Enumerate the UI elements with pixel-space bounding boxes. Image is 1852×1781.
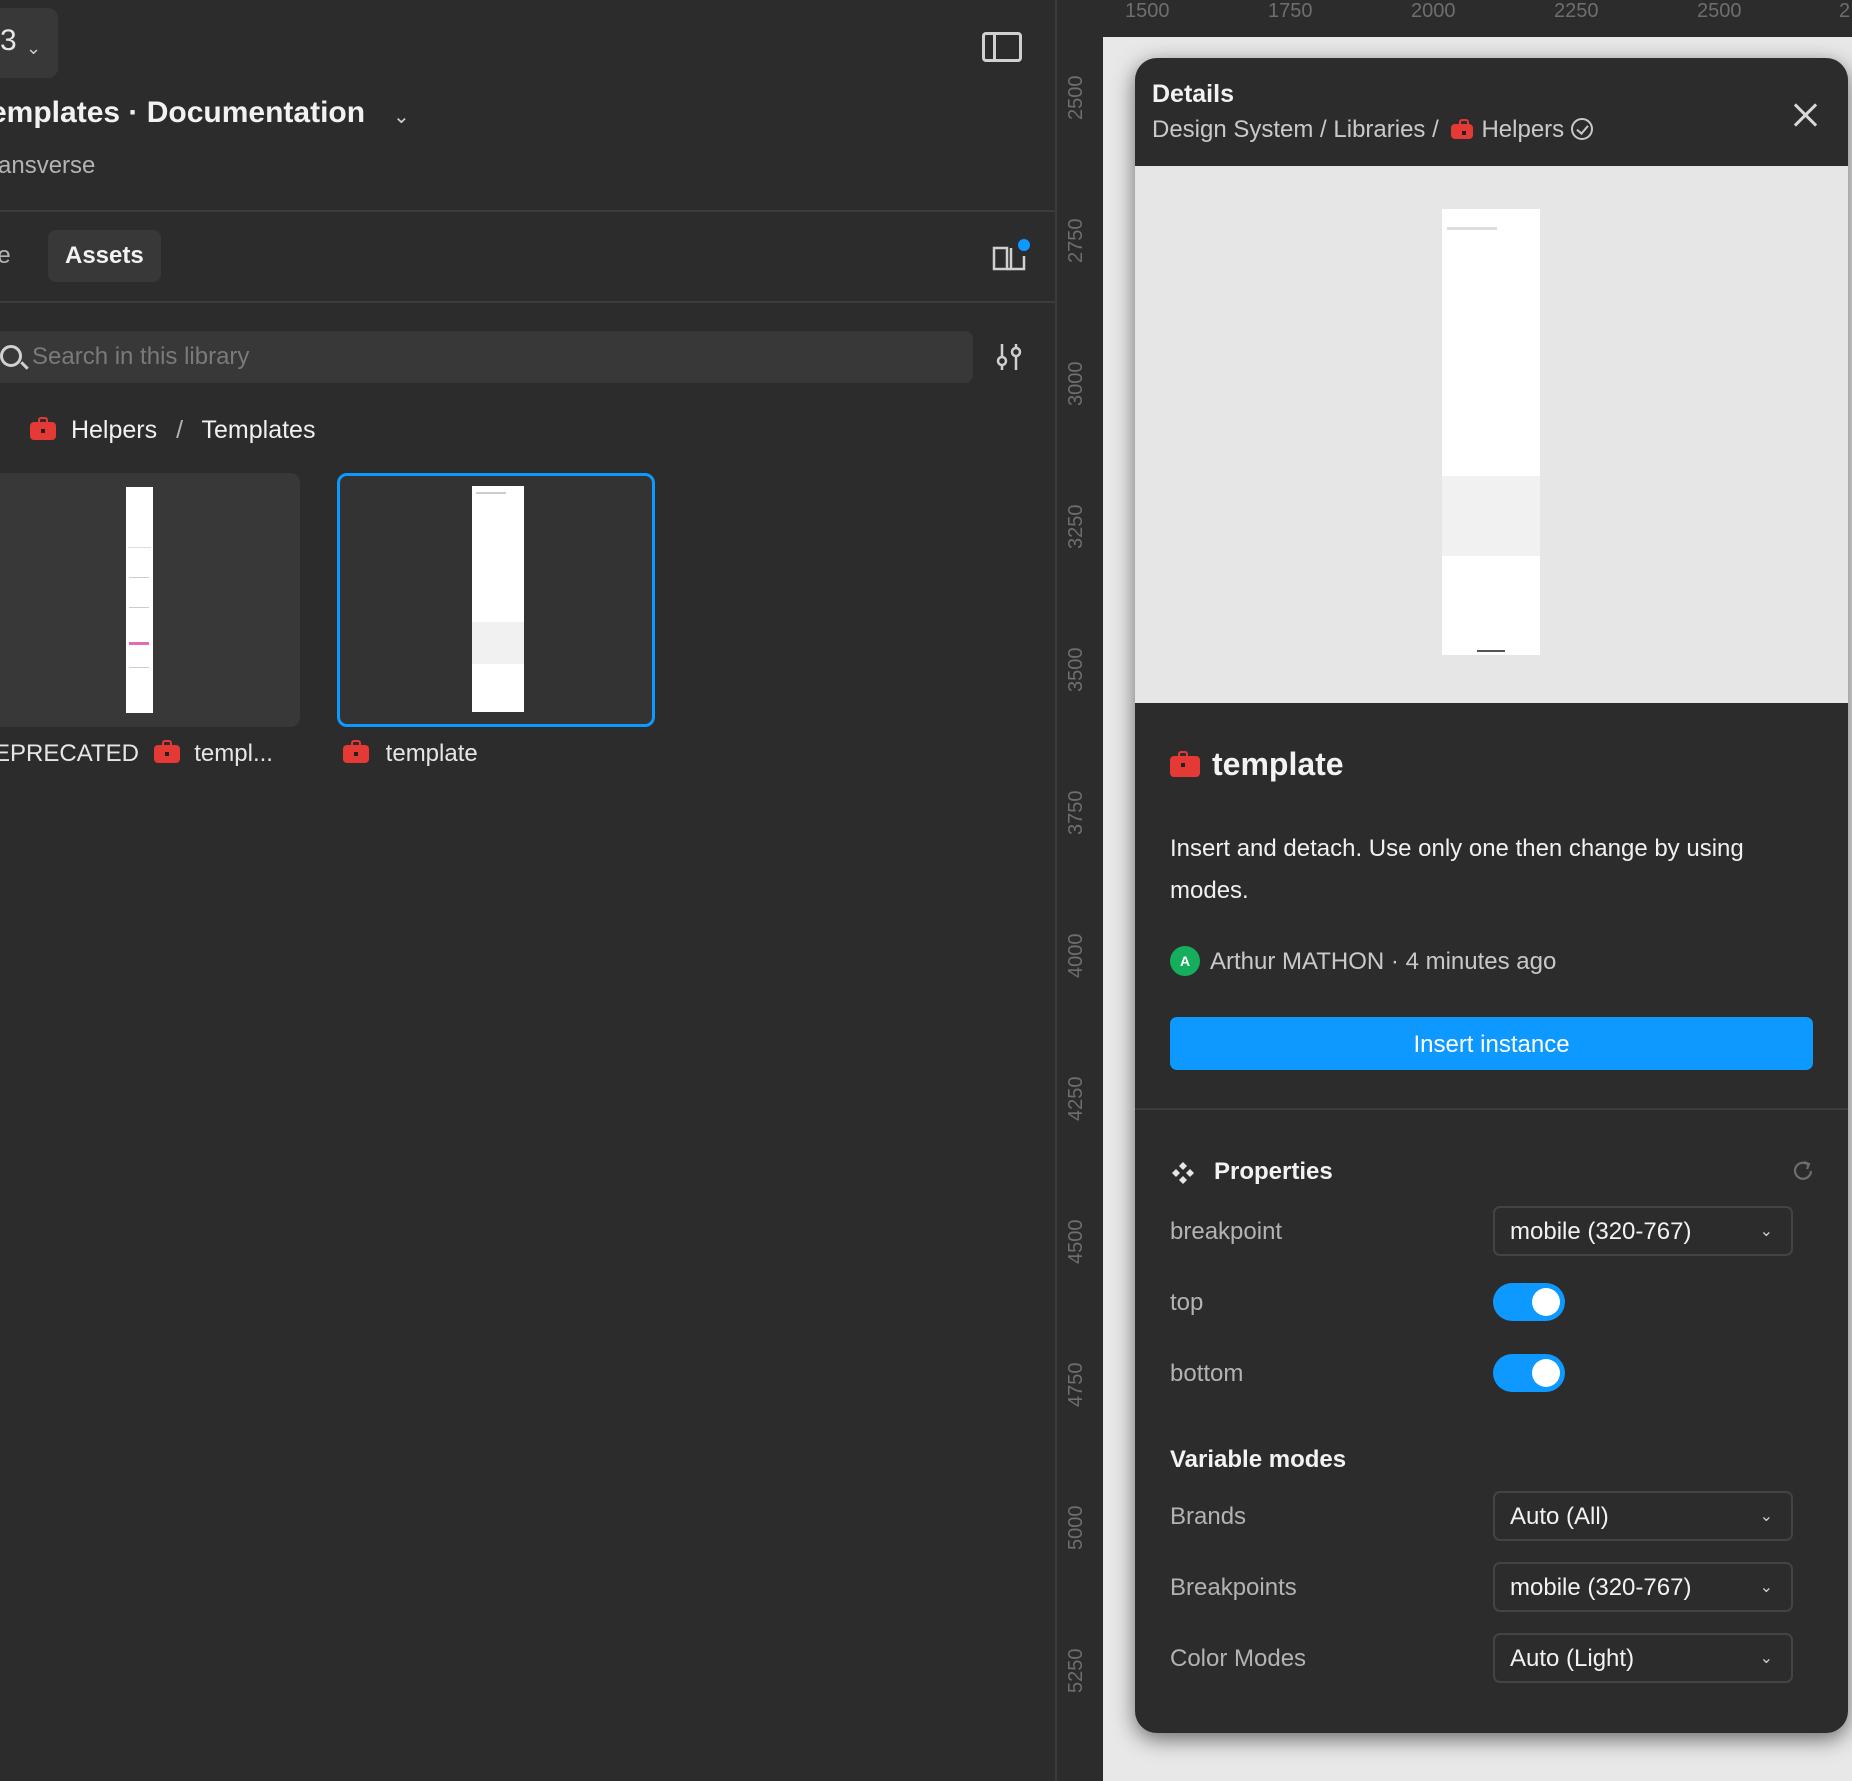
details-title: Details: [1152, 80, 1234, 108]
chevron-down-icon: ⌄: [26, 38, 42, 58]
author-line: Arthur MATHON · 4 minutes ago: [1210, 948, 1556, 976]
component-preview: [1135, 166, 1848, 703]
notification-dot: [1018, 239, 1030, 251]
breadcrumb-separator: /: [176, 416, 184, 444]
team-name: ransverse: [0, 152, 96, 179]
library-name[interactable]: Helpers: [1481, 116, 1564, 143]
toolbox-icon: [343, 740, 369, 763]
asset-label-template: template: [343, 740, 478, 768]
asset-thumbnail: [472, 486, 524, 712]
toolbox-icon: [153, 740, 180, 763]
properties-icon: [1172, 1162, 1194, 1184]
vertical-ruler: 2500 2750 3000 3250 3500 3750 4000 4250 …: [1055, 0, 1105, 1781]
breakpoint-label: breakpoint: [1170, 1218, 1283, 1245]
breakpoints-label: Breakpoints: [1170, 1574, 1297, 1601]
check-circle-icon: [1570, 118, 1593, 140]
bottom-toggle[interactable]: [1493, 1354, 1565, 1392]
divider: [1135, 1108, 1848, 1110]
component-name: template: [1170, 746, 1344, 783]
breakpoint-select[interactable]: mobile (320-767) ⌄: [1493, 1206, 1793, 1256]
assets-panel: 3 ⌄ emplates · Documentation ⌄ ransverse…: [0, 0, 1055, 1781]
top-label: top: [1170, 1289, 1204, 1316]
breadcrumb-parent[interactable]: Helpers: [71, 416, 157, 444]
divider: [0, 301, 1055, 303]
author-name: Arthur MATHON: [1210, 948, 1385, 975]
component-description: Insert and detach. Use only one then cha…: [1170, 835, 1744, 904]
preview-frame: [1442, 209, 1540, 655]
toolbox-icon: [1170, 751, 1200, 777]
tab-file[interactable]: le: [0, 242, 11, 270]
color-modes-select[interactable]: Auto (Light) ⌄: [1493, 1633, 1793, 1683]
breakpoints-select[interactable]: mobile (320-767) ⌄: [1493, 1562, 1793, 1612]
toolbox-icon: [30, 417, 56, 440]
breadcrumb: Helpers / Templates: [30, 416, 315, 445]
brands-select[interactable]: Auto (All) ⌄: [1493, 1491, 1793, 1541]
chevron-down-icon[interactable]: ⌄: [393, 104, 410, 129]
chevron-down-icon: ⌄: [1759, 1223, 1773, 1240]
close-icon[interactable]: [1790, 100, 1820, 130]
filter-icon[interactable]: [994, 340, 1024, 374]
component-path: Design System / Libraries / Helpers: [1152, 116, 1593, 144]
variable-modes-title: Variable modes: [1170, 1446, 1347, 1473]
breadcrumb-current: Templates: [201, 416, 316, 444]
asset-card-template[interactable]: [337, 473, 655, 727]
insert-instance-button[interactable]: Insert instance: [1170, 1017, 1813, 1070]
version-label: 3: [0, 24, 17, 57]
color-modes-label: Color Modes: [1170, 1645, 1307, 1672]
top-toggle[interactable]: [1493, 1283, 1565, 1321]
search-placeholder: Search in this library: [32, 343, 250, 370]
properties-title: Properties: [1214, 1158, 1333, 1185]
tab-assets[interactable]: Assets: [48, 230, 161, 282]
panel-toggle-icon[interactable]: [982, 32, 1022, 62]
file-title[interactable]: emplates · Documentation: [0, 96, 365, 130]
search-icon: [0, 345, 22, 367]
bottom-label: bottom: [1170, 1360, 1244, 1387]
chevron-down-icon: ⌄: [1759, 1579, 1773, 1596]
asset-label-deprecated: EPRECATED templ...: [0, 740, 273, 767]
asset-thumbnail: [126, 487, 153, 713]
horizontal-ruler: 1500 1750 2000 2250 2500 2: [1103, 0, 1852, 37]
avatar: A: [1170, 946, 1200, 976]
reset-icon[interactable]: [1790, 1158, 1816, 1184]
chevron-down-icon: ⌄: [1759, 1650, 1773, 1667]
version-dropdown[interactable]: 3 ⌄: [0, 8, 58, 78]
brands-label: Brands: [1170, 1503, 1247, 1530]
timestamp: · 4 minutes ago: [1390, 948, 1557, 975]
details-panel: Details Design System / Libraries / Help…: [1135, 58, 1848, 1733]
divider: [0, 210, 1055, 212]
toolbox-icon: [1451, 119, 1474, 139]
asset-card-deprecated[interactable]: [0, 473, 300, 727]
chevron-down-icon: ⌄: [1759, 1508, 1773, 1525]
